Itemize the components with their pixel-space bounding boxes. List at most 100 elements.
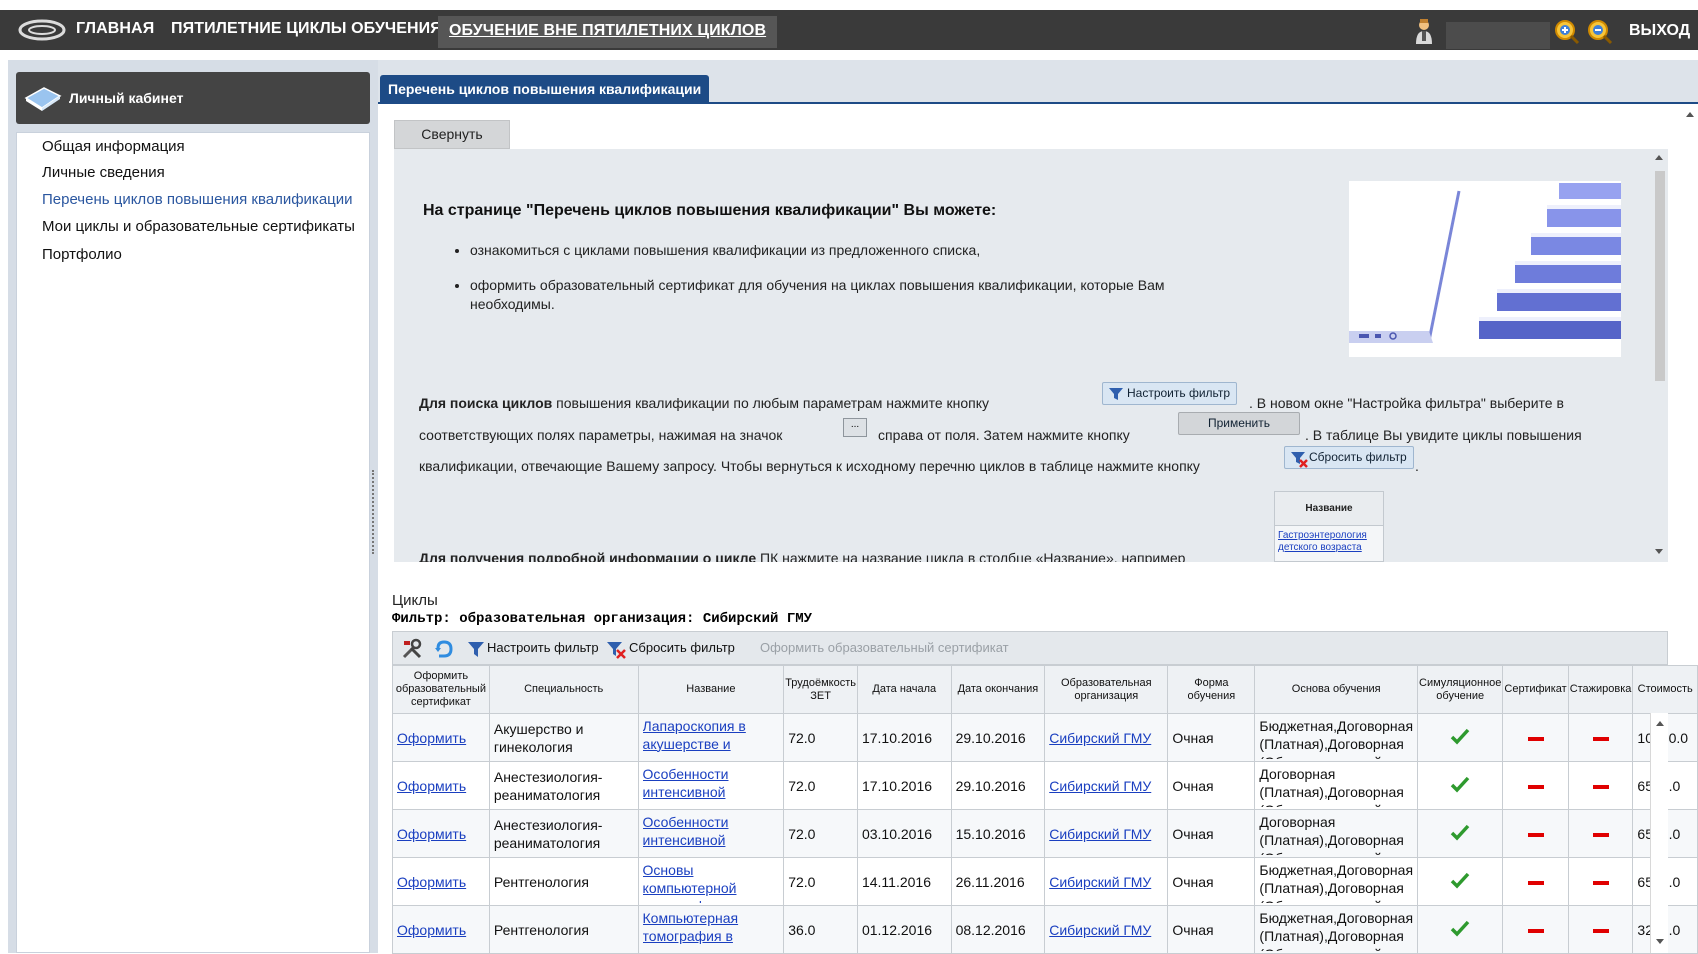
info-paragraph-details: Для получения подробной информации о цик…	[419, 550, 1185, 562]
collapse-button[interactable]: Свернуть	[394, 120, 510, 149]
user-icon[interactable]	[1414, 18, 1434, 44]
cell-basis: Бюджетная,Договорная (Платная),Договорна…	[1254, 905, 1419, 954]
cell-end: 26.11.2016	[950, 857, 1046, 906]
scroll-up-icon[interactable]	[1655, 155, 1663, 160]
cycle-name-link[interactable]: Особенности интенсивной терапии при неко…	[643, 814, 729, 855]
col-header-end[interactable]: Дата окончания	[950, 665, 1046, 714]
cell-name: Особенности интенсивной терапии при неко…	[637, 761, 785, 810]
tab-cycles-list[interactable]: Перечень циклов повышения квалификации	[380, 75, 710, 103]
dash-icon	[1592, 784, 1609, 789]
issue-certificate-link[interactable]: Оформить	[397, 778, 466, 794]
toolbar-reset-button[interactable]: Сбросить фильтр	[629, 640, 735, 655]
funnel-reset-icon[interactable]	[605, 638, 627, 660]
funnel-icon[interactable]	[465, 638, 487, 660]
table-row[interactable]: Оформить Рентгенология Основы компьютерной…	[392, 857, 1698, 906]
nav-home[interactable]: ГЛАВНАЯ	[76, 20, 154, 38]
col-header-issue[interactable]: Оформить образовательный сертификат	[392, 665, 490, 714]
funnel-icon	[1109, 388, 1123, 400]
cell-org: Сибирский ГМУ	[1044, 761, 1169, 810]
cell-zet: 72.0	[783, 857, 858, 906]
info-paragraph-search-tail: . В новом окне "Настройка фильтра" выбер…	[1249, 395, 1564, 411]
form-value: Очная	[1172, 729, 1214, 746]
col-header-start[interactable]: Дата начала	[856, 665, 952, 714]
col-header-simulation[interactable]: Симуляционное обучение	[1417, 665, 1504, 714]
cycle-name-link[interactable]: Основы компьютерной томографии	[643, 862, 737, 903]
scroll-thumb[interactable]	[1655, 171, 1665, 381]
end-date: 26.11.2016	[955, 873, 1025, 890]
basis-text: Бюджетная,Договорная (Платная),Договорна…	[1259, 717, 1414, 759]
zoom-in-icon[interactable]	[1554, 19, 1580, 45]
cell-internship	[1567, 713, 1634, 762]
example-filter-button-label: Настроить фильтр	[1127, 386, 1231, 400]
cell-name: Основы компьютерной томографии	[637, 857, 785, 906]
scroll-down-icon[interactable]	[1656, 939, 1664, 944]
cycle-name-link[interactable]: Лапароскопия в акушерстве и гинекологии	[643, 718, 746, 759]
cycle-name-clip: Особенности интенсивной терапии при неко…	[643, 765, 780, 807]
col-header-specialty[interactable]: Специальность	[488, 665, 639, 714]
toolbar-filter-button[interactable]: Настроить фильтр	[487, 640, 599, 655]
panel-splitter[interactable]	[372, 470, 376, 554]
organization-link[interactable]: Сибирский ГМУ	[1049, 922, 1151, 938]
nav-outside-cycles[interactable]: ОБУЧЕНИЕ ВНЕ ПЯТИЛЕТНИХ ЦИКЛОВ	[438, 16, 778, 48]
nav-five-year-cycles[interactable]: ПЯТИЛЕТНИЕ ЦИКЛЫ ОБУЧЕНИЯ	[171, 20, 442, 38]
col-header-cost[interactable]: Стоимость	[1632, 665, 1698, 714]
organization-link[interactable]: Сибирский ГМУ	[1049, 874, 1151, 890]
table-row[interactable]: Оформить Акушерство и гинекология Лапароск…	[392, 713, 1698, 762]
sidebar-item-cycles-list[interactable]: Перечень циклов повышения квалификации	[42, 191, 353, 208]
col-header-zet[interactable]: Трудоёмкость ЗЕТ	[783, 665, 858, 714]
zet-value: 72.0	[788, 777, 816, 794]
table-row[interactable]: Оформить Анестезиология-реаниматология Осо…	[392, 761, 1698, 810]
basis-text: Договорная (Платная),Договорная (Образов…	[1259, 813, 1404, 855]
funnel-reset-icon	[1291, 452, 1308, 468]
sidebar-item-portfolio[interactable]: Портфолио	[42, 246, 122, 263]
example-dots-button: ...	[843, 418, 867, 437]
issue-certificate-link[interactable]: Оформить	[397, 922, 466, 938]
col-header-form[interactable]: Форма обучения	[1167, 665, 1256, 714]
tools-icon[interactable]	[401, 638, 423, 660]
bullet-dot	[455, 284, 459, 288]
cell-name: Лапароскопия в акушерстве и гинекологии	[637, 713, 785, 762]
col-header-certificate[interactable]: Сертификат	[1502, 665, 1569, 714]
col-header-internship[interactable]: Стажировка	[1567, 665, 1634, 714]
table-scrollbar[interactable]	[1650, 713, 1668, 953]
cell-org: Сибирский ГМУ	[1044, 857, 1169, 906]
cell-simulation	[1417, 905, 1504, 954]
scroll-up-icon[interactable]	[1656, 721, 1664, 726]
example-apply-button: Применить	[1178, 412, 1300, 435]
cycle-name-clip: Основы компьютерной томографии	[643, 861, 780, 903]
top-navigation-bar: ГЛАВНАЯ ПЯТИЛЕТНИЕ ЦИКЛЫ ОБУЧЕНИЯ ОБУЧЕН…	[0, 10, 1698, 50]
start-date: 17.10.2016	[861, 777, 933, 794]
cell-end: 08.12.2016	[950, 905, 1046, 954]
info-scrollbar[interactable]	[1650, 149, 1668, 562]
sidebar-item-general-info[interactable]: Общая информация	[42, 138, 185, 155]
issue-certificate-link[interactable]: Оформить	[397, 826, 466, 842]
cycle-name-link[interactable]: Компьютерная томография в кардиологии	[643, 910, 739, 951]
organization-link[interactable]: Сибирский ГМУ	[1049, 778, 1151, 794]
cell-internship	[1567, 809, 1634, 858]
cell-simulation	[1417, 713, 1504, 762]
issue-certificate-link[interactable]: Оформить	[397, 874, 466, 890]
issue-certificate-link[interactable]: Оформить	[397, 730, 466, 746]
col-header-name[interactable]: Название	[637, 665, 785, 714]
logout-link[interactable]: ВЫХОД	[1629, 22, 1690, 40]
info-paragraph-fields: соответствующих полях параметры, нажимая…	[419, 427, 783, 443]
col-header-basis[interactable]: Основа обучения	[1254, 665, 1419, 714]
col-header-org[interactable]: Образовательная организация	[1044, 665, 1169, 714]
zet-value: 72.0	[788, 825, 816, 842]
table-row[interactable]: Оформить Рентгенология Компьютерная томогр…	[392, 905, 1698, 954]
end-date: 08.12.2016	[955, 921, 1026, 938]
zoom-out-icon[interactable]	[1587, 19, 1613, 45]
scroll-down-icon[interactable]	[1655, 549, 1663, 554]
table-row[interactable]: Оформить Анестезиология-реаниматология Осо…	[392, 809, 1698, 858]
cell-start: 03.10.2016	[856, 809, 952, 858]
sidebar-item-my-cycles[interactable]: Мои циклы и образовательные сертификаты	[42, 218, 355, 235]
cell-certificate	[1502, 761, 1569, 810]
scroll-up-icon[interactable]	[1686, 112, 1694, 117]
sidebar-item-personal-data[interactable]: Личные сведения	[42, 164, 165, 181]
organization-link[interactable]: Сибирский ГМУ	[1049, 826, 1151, 842]
cycle-name-link[interactable]: Особенности интенсивной терапии при неко…	[643, 766, 729, 807]
logo-icon[interactable]	[18, 19, 66, 41]
refresh-icon[interactable]	[433, 638, 455, 660]
info-paragraph-details-text: ПК нажмите на название цикла в столбце «…	[760, 550, 1186, 562]
organization-link[interactable]: Сибирский ГМУ	[1049, 730, 1151, 746]
